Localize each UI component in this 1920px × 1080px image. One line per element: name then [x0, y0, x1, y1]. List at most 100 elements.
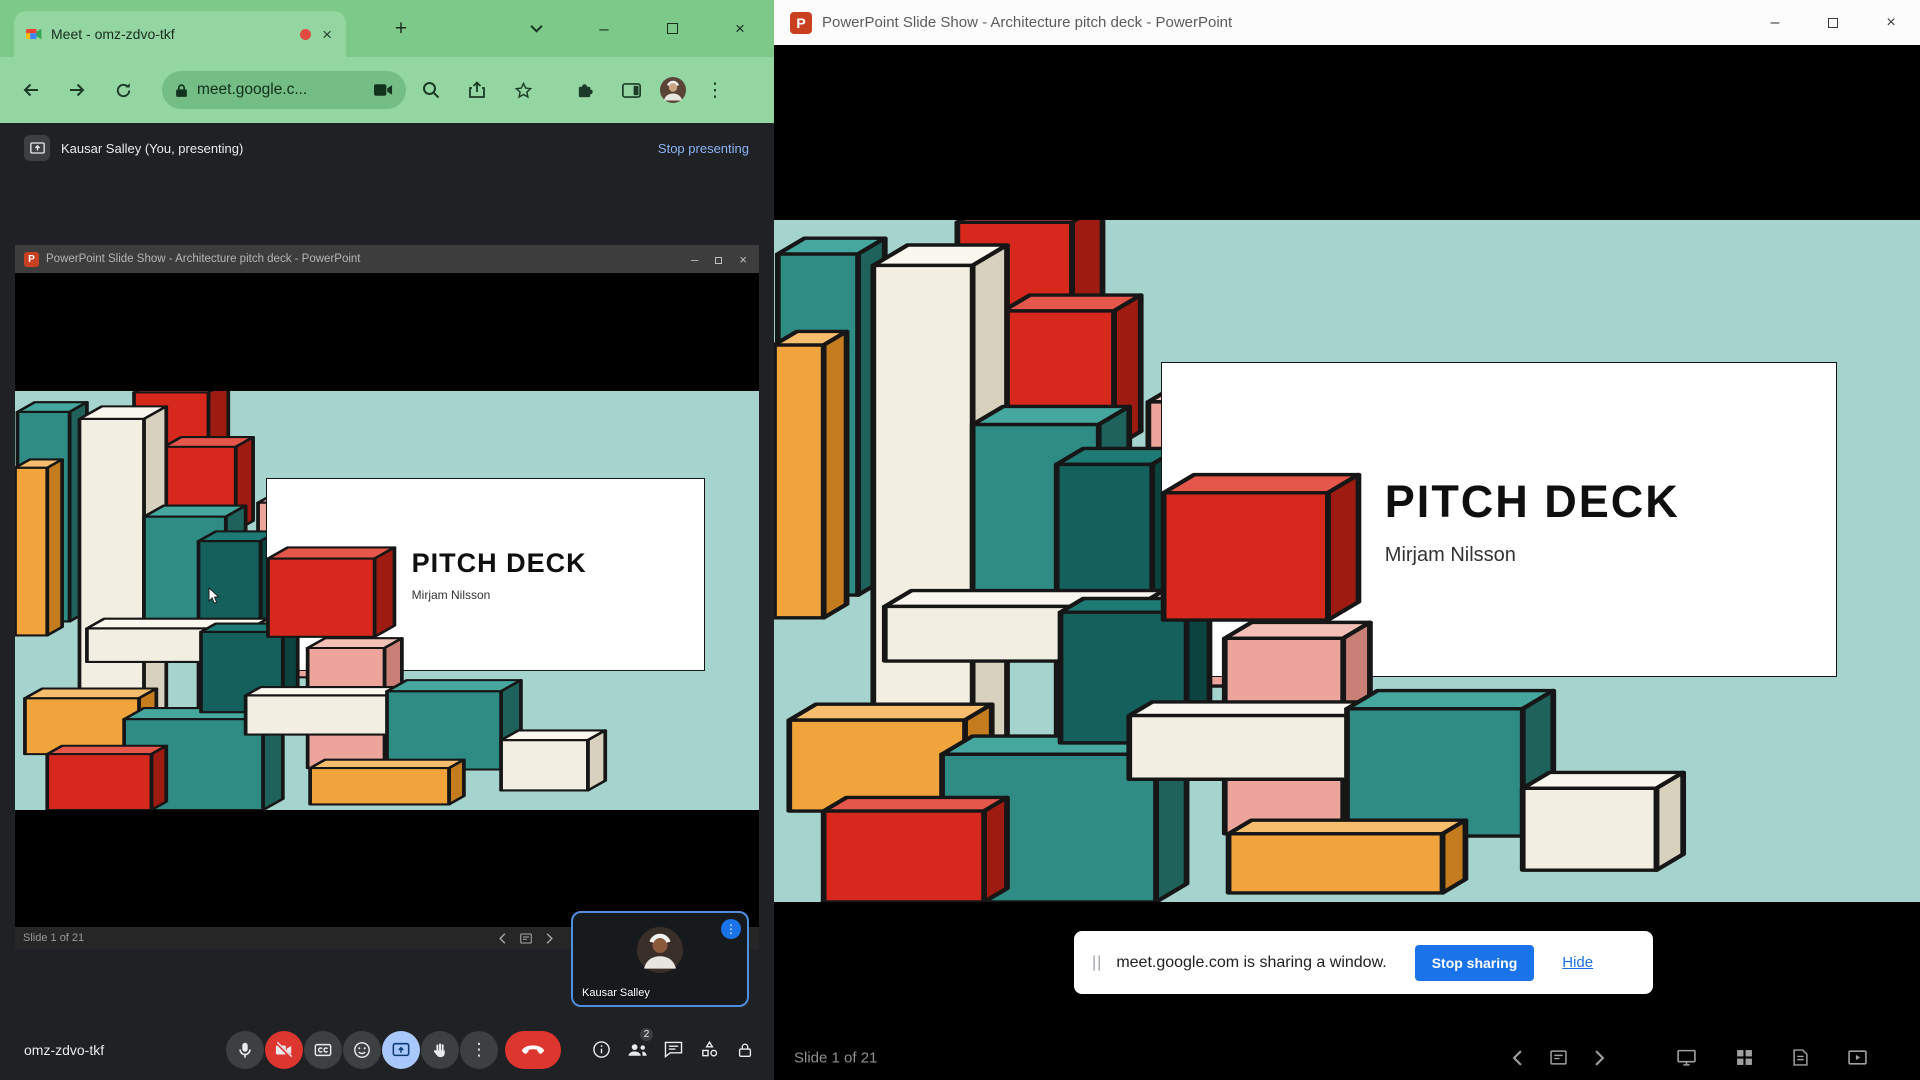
slide-artwork-front — [15, 391, 759, 810]
tab-title: Meet - omz-zdvo-tkf — [51, 26, 291, 42]
preview-menu-icon — [520, 933, 532, 944]
meeting-code: omz-zdvo-tkf — [24, 1042, 104, 1058]
powerpoint-titlebar: P PowerPoint Slide Show - Architecture p… — [774, 0, 1920, 45]
preview-titlebar: P PowerPoint Slide Show - Architecture p… — [15, 245, 759, 273]
powerpoint-window-controls: – × — [1746, 0, 1920, 45]
raise-hand-button[interactable] — [421, 1031, 459, 1069]
ppt-close-button[interactable]: × — [1862, 0, 1920, 45]
preview-nav-controls — [499, 927, 553, 949]
meet-panel-icons: 2 — [586, 1035, 760, 1065]
present-screen-icon — [24, 135, 50, 161]
self-name-label: Kausar Salley — [582, 987, 650, 999]
host-controls-button[interactable] — [730, 1035, 760, 1065]
end-call-button[interactable] — [505, 1031, 561, 1069]
stop-presenting-button[interactable]: Stop presenting — [658, 141, 749, 156]
meet-favicon-icon — [26, 26, 42, 42]
slide-status-text: Slide 1 of 21 — [794, 1049, 877, 1066]
emoji-reactions-button[interactable] — [343, 1031, 381, 1069]
preview-close-icon: × — [739, 252, 747, 267]
new-tab-button[interactable]: + — [388, 0, 414, 57]
zoom-icon[interactable] — [410, 69, 452, 111]
tile-more-options-button[interactable]: ⋮ — [721, 919, 741, 939]
see-all-slides-grid-button[interactable] — [1736, 1049, 1753, 1066]
window-maximize-button[interactable] — [638, 0, 706, 57]
current-slide[interactable]: PITCH DECK Mirjam Nilsson — [774, 220, 1920, 902]
chrome-tabstrip: Meet - omz-zdvo-tkf × + – × — [0, 0, 774, 57]
slideshow-area: PITCH DECK Mirjam Nilsson — [774, 45, 1920, 1035]
powerpoint-window-title: PowerPoint Slide Show - Architecture pit… — [822, 14, 1736, 31]
ppt-maximize-button[interactable] — [1804, 0, 1862, 45]
window-minimize-button[interactable]: – — [570, 0, 638, 57]
profile-avatar[interactable] — [656, 69, 690, 111]
preview-body: PITCH DECK Mirjam Nilsson — [15, 273, 759, 927]
meet-app: Kausar Salley (You, presenting) Stop pre… — [0, 123, 774, 1080]
presenting-banner: Kausar Salley (You, presenting) Stop pre… — [24, 130, 749, 166]
next-slide-button[interactable] — [1594, 1050, 1605, 1066]
preview-next-icon — [546, 933, 553, 944]
sharing-message: meet.google.com is sharing a window. — [1116, 954, 1386, 972]
slide-nav-controls — [1512, 1035, 1605, 1080]
camera-in-use-icon[interactable] — [374, 83, 393, 97]
desktop: Meet - omz-zdvo-tkf × + – × — [0, 0, 1920, 1080]
ppt-minimize-button[interactable]: – — [1746, 0, 1804, 45]
notes-button[interactable] — [1793, 1049, 1808, 1066]
slide-menu-button[interactable] — [1550, 1050, 1567, 1065]
browser-tab-meet[interactable]: Meet - omz-zdvo-tkf × — [14, 11, 346, 57]
display-settings-button[interactable] — [1677, 1049, 1696, 1066]
slide-artwork-front — [774, 220, 1920, 902]
tab-search-chevron-icon[interactable] — [502, 0, 570, 57]
browser-menu-button[interactable]: ⋮ — [694, 69, 736, 111]
window-close-button[interactable]: × — [706, 0, 774, 57]
preview-slide: PITCH DECK Mirjam Nilsson — [15, 391, 759, 810]
stop-sharing-button[interactable]: Stop sharing — [1415, 945, 1535, 981]
self-avatar — [637, 927, 683, 973]
reload-button[interactable] — [102, 69, 144, 111]
chrome-window-controls: – × — [502, 0, 774, 57]
chrome-window: Meet - omz-zdvo-tkf × + – × — [0, 0, 774, 1080]
preview-maximize-icon — [715, 252, 722, 267]
address-bar[interactable]: meet.google.c... — [162, 71, 406, 109]
url-text: meet.google.c... — [197, 81, 365, 99]
captions-button[interactable] — [304, 1031, 342, 1069]
slideshow-statusbar: Slide 1 of 21 — [774, 1035, 1920, 1080]
preview-window-controls: – × — [691, 252, 747, 267]
powerpoint-window: P PowerPoint Slide Show - Architecture p… — [774, 0, 1920, 1080]
present-screen-button[interactable] — [382, 1031, 420, 1069]
lock-icon — [175, 83, 188, 98]
toast-drag-handle[interactable]: || — [1092, 954, 1102, 972]
preview-prev-icon — [499, 933, 506, 944]
meet-toolbar: omz-zdvo-tkf — [0, 1019, 774, 1080]
preview-window-title: PowerPoint Slide Show - Architecture pit… — [46, 253, 684, 265]
chrome-toolbar: meet.google.c... ⋮ — [0, 57, 774, 123]
mouse-cursor-icon — [208, 587, 221, 605]
forward-button[interactable] — [56, 69, 98, 111]
powerpoint-logo-icon: P — [790, 12, 812, 34]
bookmark-star-icon[interactable] — [502, 69, 544, 111]
camera-off-button[interactable] — [265, 1031, 303, 1069]
presenter-status-text: Kausar Salley (You, presenting) — [61, 141, 647, 156]
preview-minimize-icon: – — [691, 252, 698, 267]
preview-slide-status: Slide 1 of 21 — [23, 932, 84, 944]
shared-window-preview: P PowerPoint Slide Show - Architecture p… — [15, 245, 759, 949]
people-panel-button[interactable]: 2 — [622, 1035, 652, 1065]
previous-slide-button[interactable] — [1512, 1050, 1523, 1066]
share-icon[interactable] — [456, 69, 498, 111]
participant-count-badge: 2 — [639, 1027, 654, 1042]
slideshow-mode-button[interactable] — [1848, 1050, 1867, 1065]
slideshow-view-controls — [1677, 1035, 1867, 1080]
call-controls: ⋮ — [226, 1031, 561, 1069]
activities-button[interactable] — [694, 1035, 724, 1065]
recording-indicator-icon — [300, 29, 311, 40]
chat-panel-button[interactable] — [658, 1035, 688, 1065]
sharing-notification: || meet.google.com is sharing a window. … — [1074, 931, 1653, 994]
meeting-details-info-button[interactable] — [586, 1035, 616, 1065]
mic-button[interactable] — [226, 1031, 264, 1069]
extensions-puzzle-icon[interactable] — [564, 69, 606, 111]
self-view-tile[interactable]: Kausar Salley ⋮ — [571, 911, 749, 1007]
hide-link[interactable]: Hide — [1562, 954, 1593, 971]
tab-close-button[interactable]: × — [320, 26, 334, 43]
preview-powerpoint-logo-icon: P — [24, 252, 39, 267]
back-button[interactable] — [10, 69, 52, 111]
more-options-button[interactable]: ⋮ — [460, 1031, 498, 1069]
side-panel-icon[interactable] — [610, 69, 652, 111]
